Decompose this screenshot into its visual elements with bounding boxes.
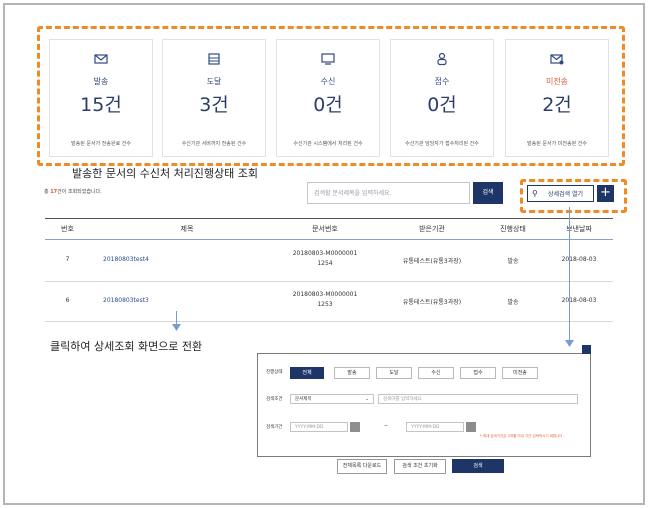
reset-search-button[interactable]: 검색 조건 초기화 xyxy=(394,459,446,474)
search-button[interactable]: 검색 xyxy=(473,182,503,204)
chevron-down-icon: ⌄ xyxy=(365,397,369,402)
stat-value: 2건 xyxy=(542,94,572,116)
calendar-icon[interactable] xyxy=(466,422,476,432)
arrow-to-panel xyxy=(569,207,570,343)
cell-org: 유통테스트(유통3과장) xyxy=(402,299,462,306)
detail-search-panel: 진행상태 전체 발송 도달 수신 접수 미전송 검색조건 문서제목 ⌄ 검색어를 … xyxy=(257,345,591,457)
cell-org: 유통테스트(유통3과장) xyxy=(402,258,462,265)
stat-label: 접수 xyxy=(434,77,450,86)
stat-label: 수신 xyxy=(320,77,336,86)
stat-value: 0건 xyxy=(427,94,457,116)
cell-title-link[interactable]: 20180803test3 xyxy=(103,297,175,304)
cell-status: 발송 xyxy=(507,299,519,306)
status-tag-unsent[interactable]: 미전송 xyxy=(502,367,538,379)
stat-desc: 발송된 문서가 전송완료 건수 xyxy=(71,141,131,147)
cell-docnum-suffix: 1253 xyxy=(317,301,333,308)
stat-label: 도달 xyxy=(206,77,222,86)
range-separator: ~ xyxy=(384,424,388,429)
status-tag-all[interactable]: 전체 xyxy=(290,367,324,379)
cell-date: 2018-08-03 xyxy=(561,297,597,304)
cell-date: 2018-08-03 xyxy=(561,256,597,263)
stat-card-accepted[interactable]: 접수 0건 수신기관 담당자가 접수처리된 건수 xyxy=(390,39,494,157)
stat-desc: 수신기관 담당자가 접수처리된 건수 xyxy=(405,141,479,147)
cell-no: 6 xyxy=(65,297,70,304)
stat-card-unsent[interactable]: 미전송 2건 발송된 문서가 미전송된 건수 xyxy=(505,39,609,157)
download-all-button[interactable]: 전체목록 다운로드 xyxy=(337,459,387,474)
col-header: 받은기관 xyxy=(419,225,445,233)
cell-docnum-suffix: 1254 xyxy=(317,260,333,267)
start-date-input[interactable]: YYYY-MM-DD xyxy=(290,422,348,432)
stat-value: 3건 xyxy=(199,94,229,116)
stat-card-received[interactable]: 수신 0건 수신기관 시스템에서 처리된 건수 xyxy=(276,39,380,157)
stat-desc: 수신기관 서버까지 전송된 건수 xyxy=(181,141,247,147)
status-tag-sent[interactable]: 발송 xyxy=(334,367,370,379)
monitor-icon xyxy=(321,53,335,65)
plus-button[interactable]: + xyxy=(597,185,614,202)
table-header: 번호 제목 문서번호 받은기관 진행상태 보낸날짜 xyxy=(45,218,613,240)
col-header: 문서번호 xyxy=(312,225,338,233)
status-tag-accepted[interactable]: 접수 xyxy=(460,367,496,379)
server-icon xyxy=(208,53,220,65)
end-date-input[interactable]: YYYY-MM-DD xyxy=(406,422,464,432)
calendar-icon[interactable] xyxy=(350,422,360,432)
stat-card-sent[interactable]: 발송 15건 발송된 문서가 전송완료 건수 xyxy=(49,39,153,157)
period-label: 검색기간 xyxy=(266,425,283,430)
stat-desc: 발송된 문서가 미전송된 건수 xyxy=(527,141,587,147)
cell-docnum: 20180803-M0000001 xyxy=(292,291,358,298)
stat-value: 0건 xyxy=(313,94,343,116)
person-icon xyxy=(437,52,447,66)
panel-search-button[interactable]: 검색 xyxy=(452,459,504,473)
table-row[interactable]: 7 20180803test4 20180803-M0000001 1254 유… xyxy=(45,239,613,282)
click-note: 클릭하여 상세조회 화면으로 전환 xyxy=(50,340,203,353)
cell-status: 발송 xyxy=(507,258,519,265)
cell-docnum: 20180803-M0000001 xyxy=(292,250,358,257)
stat-label: 발송 xyxy=(93,77,109,86)
col-header: 제목 xyxy=(180,225,194,233)
search-icon: ⚲ xyxy=(532,189,538,198)
result-count: 총 17건이 조회되었습니다. xyxy=(44,189,102,195)
keyword-input[interactable]: 검색어를 입력하세요 xyxy=(378,394,578,404)
section-title: 발송한 문서의 수신처 처리진행상태 조회 xyxy=(72,167,259,180)
col-header: 보낸날짜 xyxy=(566,225,592,233)
condition-label: 검색조건 xyxy=(266,397,283,402)
period-note: * 최대 검색기간은 3개월 이내 기간 입력하시기 바랍니다. xyxy=(480,434,564,438)
table-row[interactable]: 6 20180803test3 20180803-M0000001 1253 유… xyxy=(45,281,613,322)
status-tag-received[interactable]: 수신 xyxy=(418,367,454,379)
status-label: 진행상태 xyxy=(266,370,283,375)
close-button[interactable] xyxy=(582,345,591,354)
stat-desc: 수신기관 시스템에서 처리된 건수 xyxy=(293,141,363,147)
cell-no: 7 xyxy=(65,256,70,263)
mail-icon xyxy=(94,54,108,64)
mail-error-icon xyxy=(550,54,564,65)
arrow-down-icon xyxy=(172,324,181,331)
search-input[interactable]: 검색할 문서제목을 입력하세요. xyxy=(307,182,470,204)
condition-select[interactable]: 문서제목 ⌄ xyxy=(290,394,374,404)
stat-card-arrived[interactable]: 도달 3건 수신기관 서버까지 전송된 건수 xyxy=(162,39,266,157)
arrow-down-icon xyxy=(565,340,574,347)
stat-value: 15건 xyxy=(80,94,122,116)
cell-title-link[interactable]: 20180803test4 xyxy=(103,256,175,263)
col-header: 번호 xyxy=(61,225,74,233)
col-header: 진행상태 xyxy=(500,225,526,233)
stat-label: 미전송 xyxy=(545,77,569,86)
status-tag-arrived[interactable]: 도달 xyxy=(376,367,412,379)
